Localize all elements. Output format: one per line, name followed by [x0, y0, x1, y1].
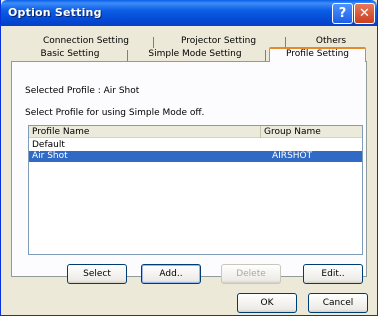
delete-button[interactable]: Delete — [221, 264, 281, 284]
edit-button[interactable]: Edit.. — [303, 264, 363, 284]
tab-divider — [153, 37, 154, 48]
selected-profile-label: Selected Profile : Air Shot — [25, 86, 140, 96]
cancel-button[interactable]: Cancel — [308, 293, 368, 313]
list-item-selected[interactable]: Air Shot AIRSHOT — [29, 151, 362, 162]
help-button[interactable]: ? — [332, 3, 353, 24]
column-group-name[interactable]: Group Name — [261, 126, 362, 138]
ok-button[interactable]: OK — [237, 293, 297, 313]
tab-simple-mode-setting[interactable]: Simple Mode Setting — [135, 48, 255, 61]
profile-name-cell: Default — [32, 140, 65, 150]
list-header: Profile Name Group Name — [29, 126, 362, 138]
profile-list[interactable]: Profile Name Group Name Default Air Shot… — [28, 125, 363, 255]
tab-profile-setting[interactable]: Profile Setting — [269, 47, 366, 62]
option-setting-dialog: Option Setting ? ✕ Connection Setting Pr… — [0, 0, 378, 316]
select-button[interactable]: Select — [67, 264, 127, 284]
list-item[interactable]: Default — [29, 140, 362, 151]
tab-basic-setting[interactable]: Basic Setting — [15, 48, 125, 61]
profile-name-cell: Air Shot — [32, 151, 68, 161]
instruction-text: Select Profile for using Simple Mode off… — [25, 108, 205, 118]
tab-connection-setting[interactable]: Connection Setting — [31, 35, 141, 48]
add-button[interactable]: Add.. — [141, 264, 201, 284]
tab-divider — [265, 50, 266, 61]
window-title: Option Setting — [8, 6, 102, 19]
title-bar[interactable]: Option Setting ? ✕ — [1, 0, 377, 26]
close-button[interactable]: ✕ — [354, 3, 375, 24]
tab-divider — [127, 50, 128, 61]
column-profile-name[interactable]: Profile Name — [29, 126, 261, 138]
tab-projector-setting[interactable]: Projector Setting — [161, 35, 276, 48]
tab-profile-setting-label: Profile Setting — [285, 49, 350, 59]
group-name-cell: AIRSHOT — [272, 151, 313, 161]
